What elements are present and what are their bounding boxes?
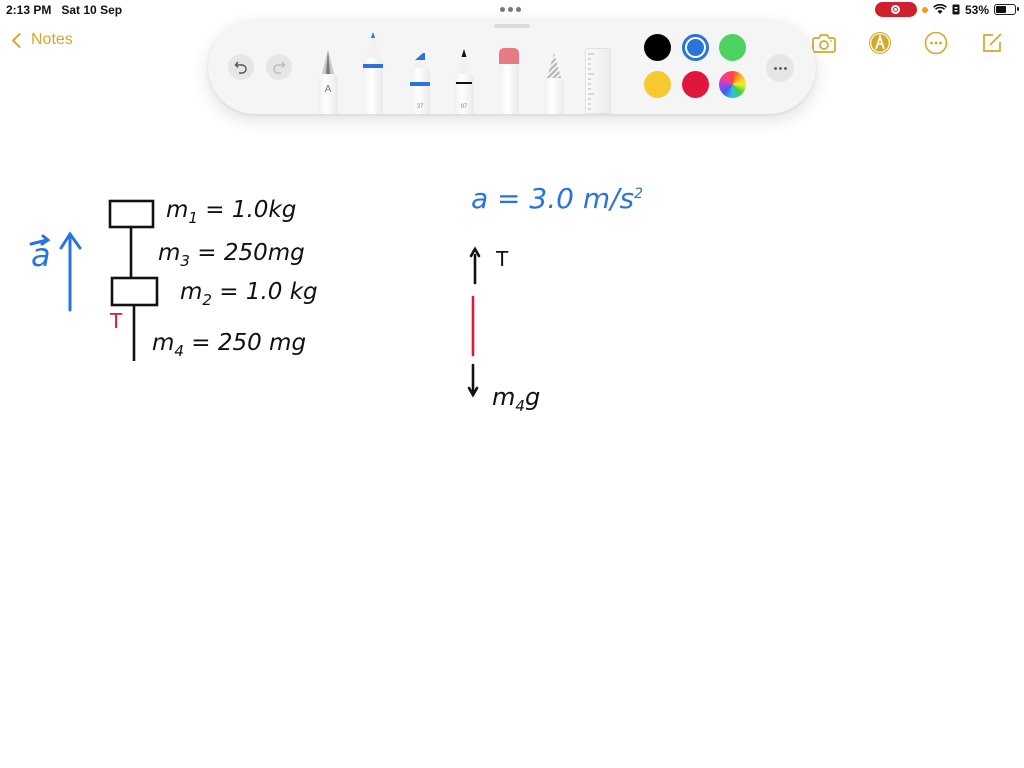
battery-percent: 53%: [964, 2, 989, 17]
battery-level: [996, 6, 1006, 13]
block-diagram: [108, 199, 159, 361]
lasso-tip-icon: [547, 53, 561, 78]
chevron-left-icon: [11, 32, 28, 48]
compose-icon: [983, 33, 1002, 52]
multitasking-menu[interactable]: [500, 7, 521, 12]
pen-tool[interactable]: A: [318, 48, 338, 114]
highlighter-tool[interactable]: 37: [410, 50, 430, 114]
fineliner-opacity-label: 97: [460, 104, 468, 110]
eraser-tip-icon: [499, 48, 519, 64]
ruler-icon: [588, 53, 594, 110]
drawing-strokes: [29, 199, 481, 398]
camera-icon: [812, 34, 836, 53]
m2-label: m2 = 1.0 kg: [180, 279, 318, 309]
marker-tool[interactable]: [363, 32, 383, 114]
tension-label: T: [110, 309, 123, 333]
highlighter-tip-icon: [414, 53, 426, 70]
highlighter-opacity-label: 37: [416, 104, 424, 110]
block-m1: [108, 199, 155, 229]
color-swatch-blue[interactable]: [682, 34, 709, 61]
color-swatch-red[interactable]: [682, 71, 709, 98]
more-options-button[interactable]: [924, 31, 948, 55]
fineliner-tool[interactable]: 97: [454, 48, 474, 114]
highlighter-color-band: [410, 82, 430, 86]
date-text: Sat 10 Sep: [61, 3, 123, 17]
redo-icon: [273, 61, 286, 74]
fineliner-tip-icon: [456, 49, 472, 74]
nav-actions: [812, 31, 1004, 55]
m3-label: m3 = 250mg: [158, 240, 305, 270]
wifi-icon: [933, 4, 947, 14]
battery-icon: [994, 4, 1019, 15]
undo-icon: [234, 61, 247, 74]
compose-button[interactable]: [980, 31, 1004, 55]
free-body-diagram: [467, 246, 481, 398]
mic-in-use-icon: [921, 6, 928, 13]
more-icon: [924, 31, 948, 55]
tool-palette: A 37 97: [208, 20, 816, 114]
palette-more-button[interactable]: [766, 54, 794, 82]
record-icon: [891, 5, 901, 14]
color-swatch-yellow[interactable]: [644, 71, 671, 98]
marker-tip-icon: [365, 32, 381, 60]
m4-label: m4 = 250 mg: [152, 330, 307, 360]
redo-button[interactable]: [266, 54, 292, 80]
acceleration-equation: a = 3.0 m/s2: [471, 182, 644, 215]
screen-recording-indicator[interactable]: [874, 2, 917, 17]
color-swatch-green[interactable]: [719, 34, 746, 61]
ruler-tool[interactable]: [585, 48, 611, 114]
pen-label: A: [324, 84, 332, 95]
back-to-notes-button[interactable]: Notes: [10, 31, 73, 49]
time-text: 2:13 PM: [6, 3, 52, 17]
m1-label: m1 = 1.0kg: [166, 197, 297, 227]
undo-button[interactable]: [228, 54, 254, 80]
marker-color-band: [363, 64, 383, 68]
markup-icon: [869, 32, 891, 54]
camera-button[interactable]: [812, 31, 836, 55]
notes-app: 2:13 PM Sat 10 Sep 53% Notes A 37 97 a m…: [0, 0, 1024, 768]
status-indicators: 53%: [874, 2, 1019, 17]
back-label: Notes: [31, 31, 73, 48]
pen-tip-icon: [322, 50, 334, 74]
acceleration-vector-label: a: [31, 236, 51, 274]
palette-grabber[interactable]: [494, 24, 530, 28]
color-swatch-black[interactable]: [644, 34, 671, 61]
note-canvas[interactable]: a m1 = 1.0kg m3 = 250mg m2 = 1.0 kg m4 =…: [0, 120, 1024, 768]
markup-button[interactable]: [868, 31, 892, 55]
orientation-lock-icon: [952, 4, 960, 15]
status-time: 2:13 PM Sat 10 Sep: [6, 3, 122, 17]
fineliner-color-band: [456, 82, 472, 84]
fbd-tension-label: T: [496, 247, 509, 271]
color-picker-multicolor[interactable]: [719, 71, 746, 98]
eraser-tool[interactable]: [499, 48, 519, 114]
fbd-weight-label: m4g: [492, 383, 541, 415]
block-m2: [110, 276, 159, 307]
lasso-tool[interactable]: [544, 52, 564, 114]
status-bar: 2:13 PM Sat 10 Sep 53%: [0, 0, 1024, 20]
